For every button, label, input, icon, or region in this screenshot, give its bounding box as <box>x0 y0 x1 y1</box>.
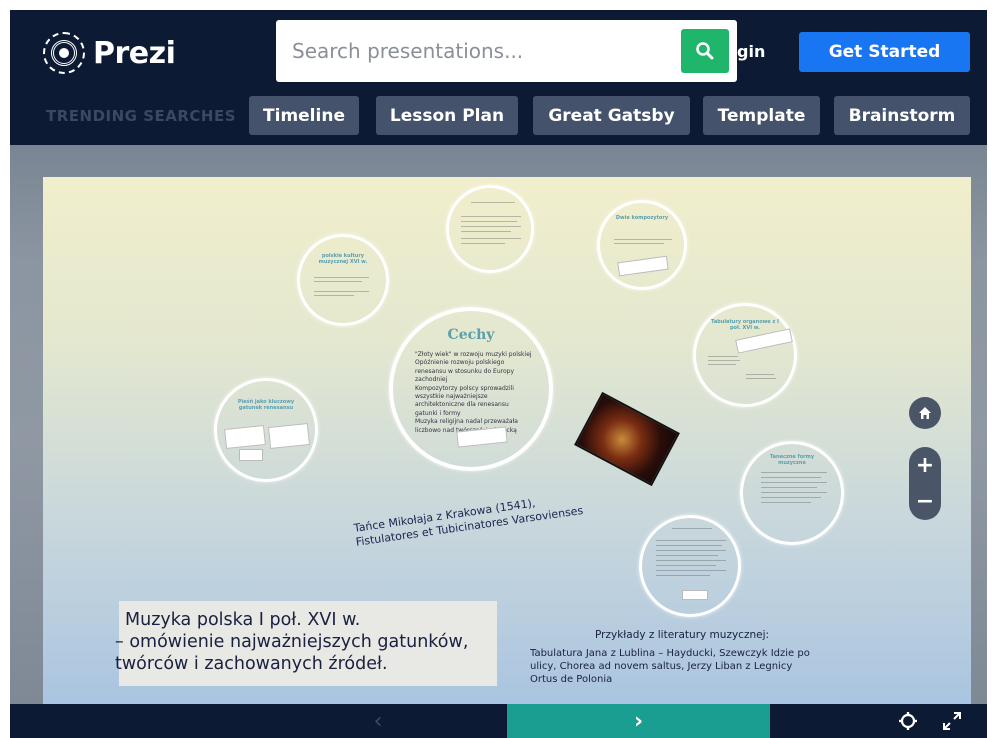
zoom-out-button[interactable]: − <box>909 483 941 519</box>
previous-button[interactable]: ‹ <box>348 704 408 738</box>
trending-chip-lesson-plan[interactable]: Lesson Plan <box>376 96 518 135</box>
search-icon <box>696 42 714 60</box>
main-circle-title: Cechy <box>447 327 495 343</box>
title-line: twórców i zachowanych źródeł. <box>115 654 388 674</box>
fullscreen-icon <box>943 712 961 730</box>
topic-circle: polskie kultury muzycznej XVI w. <box>297 234 389 326</box>
presentation-title: Muzyka polska I poł. XVI w. – omówienie … <box>115 601 497 686</box>
main-circle-bullets: "Złoty wiek" w rozwoju muzyki polskiej O… <box>415 351 533 435</box>
settings-button[interactable] <box>898 711 918 731</box>
page: Prezi gin Get Started TRENDING SEARCHES … <box>0 0 997 738</box>
prezi-logo-icon <box>43 32 85 74</box>
topic-circle: Taneczne formy muzyczne <box>740 441 844 545</box>
fullscreen-button[interactable] <box>942 711 962 731</box>
trending-label: TRENDING SEARCHES <box>46 107 237 125</box>
prezi-logo[interactable]: Prezi <box>43 32 176 74</box>
presentation-stage: polskie kultury muzycznej XVI w. Dwie ko… <box>10 145 987 738</box>
topic-circle: Tabulatury organowe z I poł. XVI w. <box>693 303 797 407</box>
settings-icon <box>899 712 917 730</box>
presentation-canvas[interactable]: polskie kultury muzycznej XVI w. Dwie ko… <box>43 177 971 710</box>
zoom-controls: + − <box>909 447 941 520</box>
title-line: – omówienie najważniejszych gatunków, <box>115 632 469 652</box>
trending-chip-great-gatsby[interactable]: Great Gatsby <box>533 96 690 135</box>
topic-circle: Dwie kompozytory <box>597 200 687 290</box>
login-link[interactable]: gin <box>737 42 765 61</box>
search-box <box>276 20 737 82</box>
trending-chip-template[interactable]: Template <box>703 96 820 135</box>
circle-title: Pieśń jako kluczowy gatunek renesansu <box>237 399 295 411</box>
topic-circle <box>639 515 741 617</box>
trending-chip-brainstorm[interactable]: Brainstorm <box>834 96 970 135</box>
circle-title: polskie kultury muzycznej XVI w. <box>318 253 368 265</box>
presentation-nav-bar: ‹ › <box>10 704 987 738</box>
home-button[interactable] <box>909 397 941 429</box>
concert-photo <box>574 391 680 487</box>
brand-name: Prezi <box>93 35 176 71</box>
zoom-in-button[interactable]: + <box>909 447 941 483</box>
main-bullet: Opóźnienie rozwoju polskiego renesansu w… <box>415 359 515 384</box>
main-bullet: Kompozytorzy polscy sprowadzili wszystki… <box>415 384 514 417</box>
examples-text: Tabulatura Jana z Lublina – Hayducki, Sz… <box>530 648 810 685</box>
get-started-button[interactable]: Get Started <box>799 32 970 72</box>
circle-title: Dwie kompozytory <box>615 215 669 221</box>
topic-circle <box>446 185 534 273</box>
circle-title: Taneczne formy muzyczne <box>769 454 815 466</box>
next-button[interactable]: › <box>507 704 770 738</box>
home-icon <box>919 407 931 419</box>
site-header: Prezi gin Get Started TRENDING SEARCHES … <box>10 10 987 145</box>
trending-chip-timeline[interactable]: Timeline <box>249 96 359 135</box>
topic-circle: Pieśń jako kluczowy gatunek renesansu <box>214 378 318 482</box>
search-button[interactable] <box>681 29 729 73</box>
title-line: Muzyka polska I poł. XVI w. <box>125 610 361 630</box>
search-input[interactable] <box>292 35 652 67</box>
examples-heading: Przykłady z literatury muzycznej: <box>595 629 770 641</box>
slide-caption: Tańce Mikołaja z Krakowa (1541), Fistula… <box>353 490 584 550</box>
main-topic-circle: Cechy "Złoty wiek" w rozwoju muzyki pols… <box>389 307 553 471</box>
circle-title: Tabulatury organowe z I poł. XVI w. <box>711 319 779 331</box>
main-bullet: "Złoty wiek" w rozwoju muzyki polskiej <box>415 351 532 358</box>
